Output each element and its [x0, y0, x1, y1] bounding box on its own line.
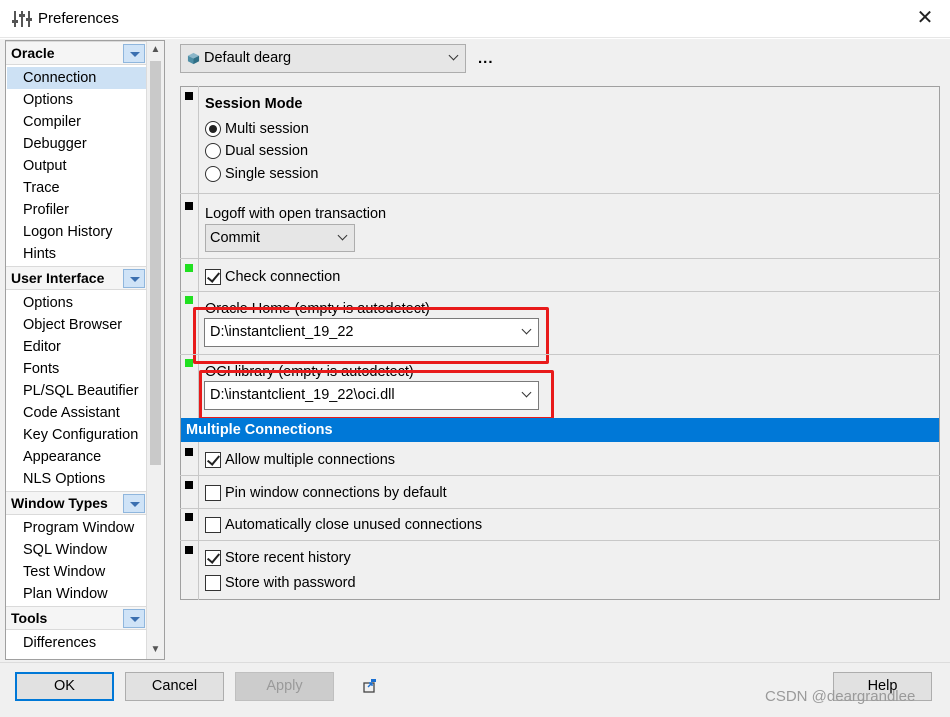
collapse-icon[interactable]: [123, 44, 145, 63]
allow-multiple-connections-label: Allow multiple connections: [225, 452, 396, 468]
store-with-password-checkbox[interactable]: [205, 575, 221, 591]
nav-group-label: Tools: [11, 610, 48, 626]
marker-square: [185, 92, 193, 100]
nav-item-profiler[interactable]: Profiler: [7, 199, 147, 221]
radio-multi-session-label: Multi session: [225, 121, 309, 137]
nav-item-appearance[interactable]: Appearance: [7, 446, 147, 468]
nav-item-options[interactable]: Options: [7, 89, 147, 111]
marker-square: [185, 202, 193, 210]
divider: [180, 508, 940, 509]
profile-select[interactable]: Default dearg: [180, 44, 466, 73]
collapse-icon[interactable]: [123, 494, 145, 513]
scroll-down-icon[interactable]: ▼: [147, 641, 164, 659]
nav-item-object-browser[interactable]: Object Browser: [7, 314, 147, 336]
title-bar: Preferences ✕: [0, 0, 950, 38]
chevron-down-icon: [448, 50, 459, 61]
auto-close-connections-label: Automatically close unused connections: [225, 517, 483, 533]
close-icon[interactable]: ✕: [908, 6, 942, 32]
preferences-app-icon: [12, 11, 32, 27]
nav-group-label: Oracle: [11, 45, 55, 61]
auto-close-connections-checkbox[interactable]: [205, 517, 221, 533]
nav-item-code-assistant[interactable]: Code Assistant: [7, 402, 147, 424]
pin-icon[interactable]: [362, 678, 378, 694]
radio-single-session[interactable]: [205, 166, 221, 182]
nav-item-connection[interactable]: Connection: [7, 67, 147, 89]
preferences-nav: Oracle Connection Options Compiler Debug…: [5, 40, 165, 660]
divider: [180, 291, 940, 292]
divider: [180, 193, 940, 194]
nav-item-test-window[interactable]: Test Window: [7, 561, 147, 583]
nav-item-plan-window[interactable]: Plan Window: [7, 583, 147, 605]
nav-item-plsql-beautifier[interactable]: PL/SQL Beautifier: [7, 380, 147, 402]
nav-group-tools[interactable]: Tools: [6, 606, 147, 630]
nav-group-user-interface[interactable]: User Interface: [6, 266, 147, 290]
window-title: Preferences: [38, 10, 119, 27]
check-connection-label: Check connection: [225, 269, 341, 285]
divider: [180, 540, 940, 541]
pin-window-connections-label: Pin window connections by default: [225, 485, 447, 501]
watermark: CSDN @deargrandlee: [765, 688, 916, 705]
marker-square-green: [185, 264, 193, 272]
store-recent-history-checkbox[interactable]: [205, 550, 221, 566]
allow-multiple-connections-checkbox[interactable]: [205, 452, 221, 468]
logoff-select-value: Commit: [210, 230, 260, 246]
radio-dual-session[interactable]: [205, 143, 221, 159]
marker-square: [185, 481, 193, 489]
highlight-box-oracle-home: [193, 307, 549, 364]
store-with-password-label: Store with password: [225, 575, 356, 591]
nav-item-ui-options[interactable]: Options: [7, 292, 147, 314]
radio-dual-session-label: Dual session: [225, 143, 309, 159]
nav-scrollbar[interactable]: ▲ ▼: [146, 41, 164, 659]
marker-square-green: [185, 296, 193, 304]
nav-item-sql-window[interactable]: SQL Window: [7, 539, 147, 561]
nav-item-key-configuration[interactable]: Key Configuration: [7, 424, 147, 446]
multiple-connections-heading: Multiple Connections: [181, 418, 939, 442]
nav-item-fonts[interactable]: Fonts: [7, 358, 147, 380]
nav-group-window-types[interactable]: Window Types: [6, 491, 147, 515]
marker-square: [185, 513, 193, 521]
radio-multi-session[interactable]: [205, 121, 221, 137]
store-recent-history-label: Store recent history: [225, 550, 351, 566]
profile-select-value: Default dearg: [204, 50, 292, 66]
divider: [180, 354, 940, 355]
highlight-box-oci-library: [199, 370, 554, 420]
marker-square: [185, 448, 193, 456]
nav-group-label: Window Types: [11, 495, 108, 511]
nav-item-program-window[interactable]: Program Window: [7, 517, 147, 539]
nav-item-output[interactable]: Output: [7, 155, 147, 177]
collapse-icon[interactable]: [123, 269, 145, 288]
radio-single-session-label: Single session: [225, 166, 319, 182]
divider: [180, 475, 940, 476]
profile-more-button[interactable]: ...: [478, 50, 494, 67]
nav-group-oracle[interactable]: Oracle: [6, 41, 147, 65]
nav-item-trace[interactable]: Trace: [7, 177, 147, 199]
cube-icon: [187, 52, 200, 65]
marker-square: [185, 546, 193, 554]
nav-item-compiler[interactable]: Compiler: [7, 111, 147, 133]
session-mode-heading: Session Mode: [205, 96, 303, 112]
nav-item-differences[interactable]: Differences: [7, 632, 147, 654]
chevron-down-icon: [337, 230, 348, 241]
check-connection-checkbox[interactable]: [205, 269, 221, 285]
ok-button[interactable]: OK: [15, 672, 114, 701]
collapse-icon[interactable]: [123, 609, 145, 628]
cancel-button[interactable]: Cancel: [125, 672, 224, 701]
divider: [180, 258, 940, 259]
nav-item-logon-history[interactable]: Logon History: [7, 221, 147, 243]
nav-item-nls-options[interactable]: NLS Options: [7, 468, 147, 490]
marker-square-green: [185, 359, 193, 367]
nav-item-hints[interactable]: Hints: [7, 243, 147, 265]
pin-window-connections-checkbox[interactable]: [205, 485, 221, 501]
logoff-select[interactable]: Commit: [205, 224, 355, 252]
scroll-up-icon[interactable]: ▲: [147, 41, 164, 59]
logoff-label: Logoff with open transaction: [205, 206, 387, 222]
scrollbar-thumb[interactable]: [150, 61, 161, 465]
apply-button[interactable]: Apply: [235, 672, 334, 701]
nav-item-editor[interactable]: Editor: [7, 336, 147, 358]
nav-item-debugger[interactable]: Debugger: [7, 133, 147, 155]
nav-group-label: User Interface: [11, 270, 105, 286]
